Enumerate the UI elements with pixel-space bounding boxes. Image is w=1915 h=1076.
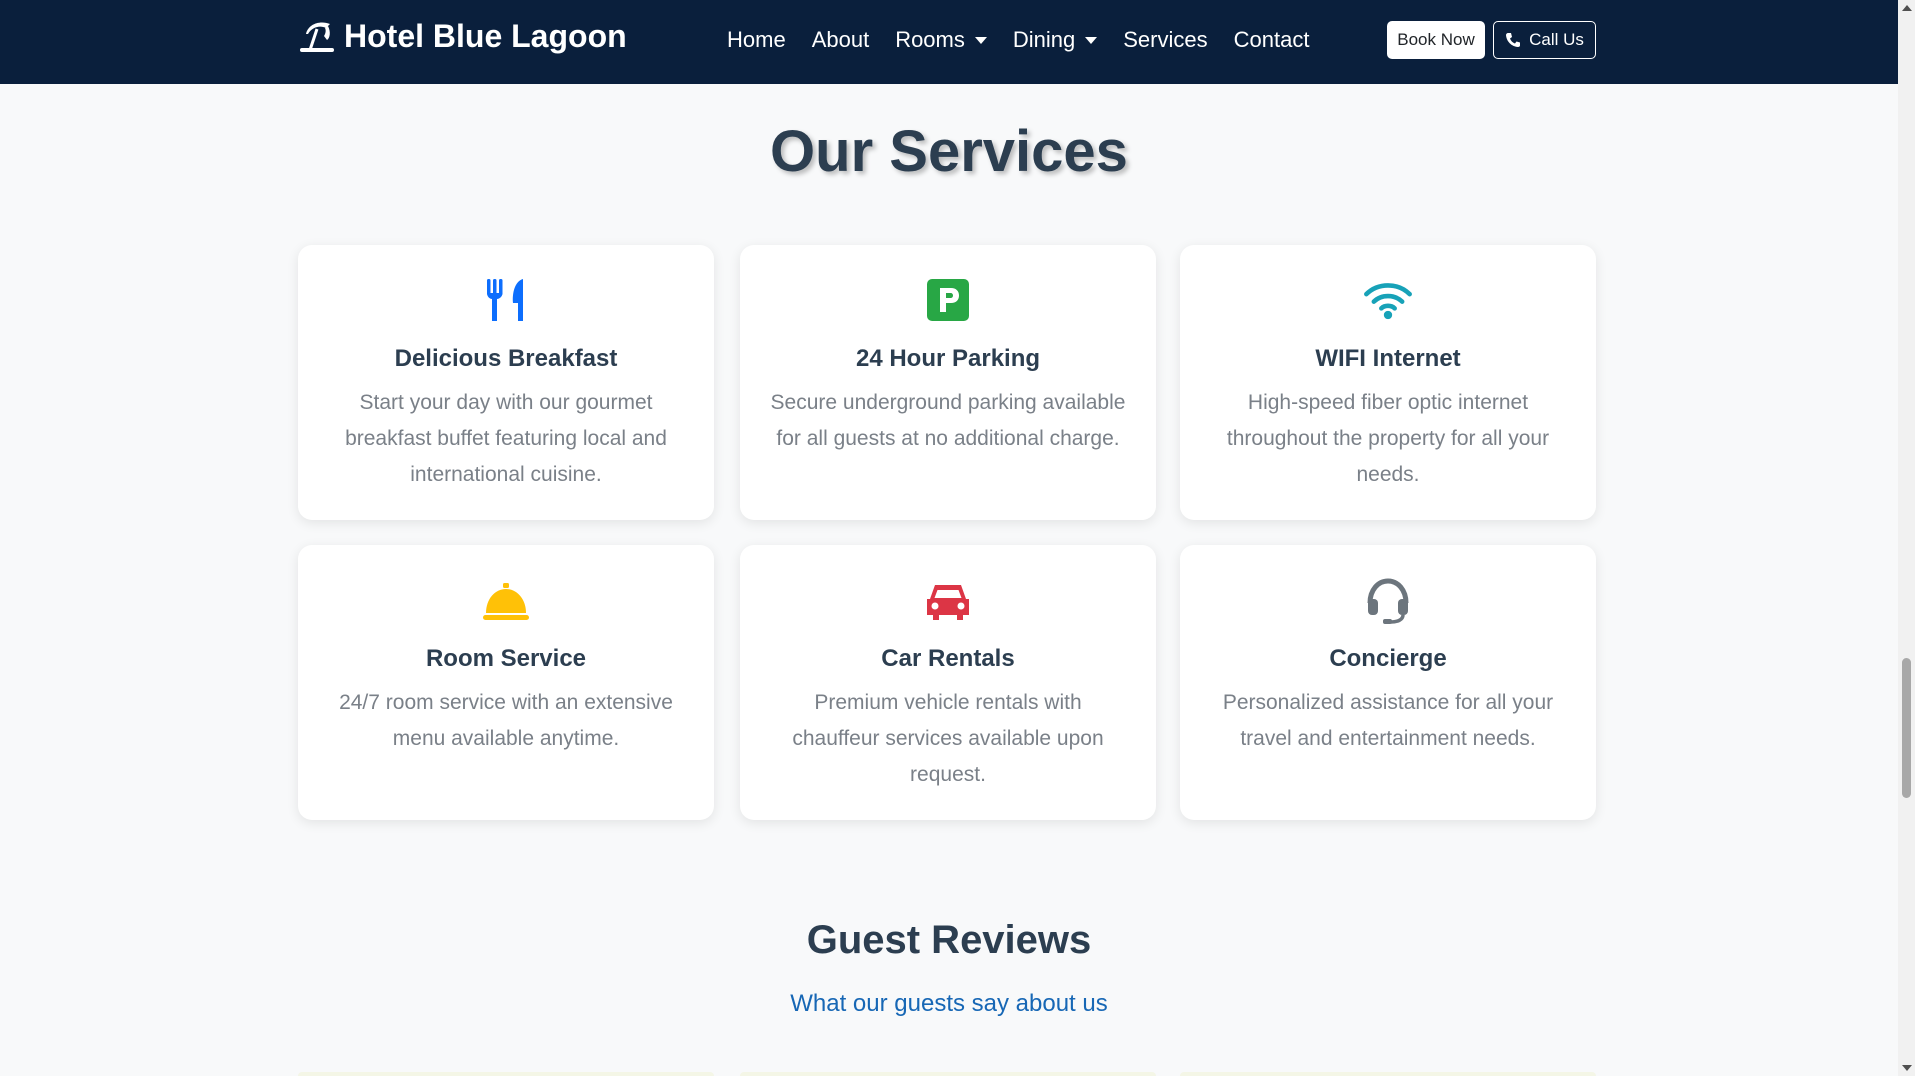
service-icon-wrap bbox=[1180, 275, 1596, 325]
book-now-button[interactable]: Book Now bbox=[1387, 21, 1485, 59]
nav-about[interactable]: About bbox=[799, 24, 883, 56]
service-icon-wrap bbox=[1180, 575, 1596, 625]
nav-rooms-dropdown[interactable]: Rooms bbox=[882, 24, 1000, 56]
nav-dining-label: Dining bbox=[1012, 27, 1076, 52]
service-title: 24 Hour Parking bbox=[855, 345, 1041, 372]
umbrella-beach-icon bbox=[300, 21, 334, 52]
call-us-label: Call Us bbox=[1529, 30, 1584, 49]
brand-link[interactable]: Hotel Blue Lagoon bbox=[298, 18, 627, 55]
navbar: Hotel Blue Lagoon Home About Rooms Dinin… bbox=[0, 0, 1898, 84]
car-icon bbox=[927, 585, 969, 620]
service-title: Room Service bbox=[425, 645, 587, 672]
service-description: Start your day with our gourmet breakfas… bbox=[345, 391, 667, 486]
service-card-breakfast: Delicious Breakfast Start your day with … bbox=[298, 245, 714, 520]
wifi-icon bbox=[1364, 283, 1412, 320]
review-card bbox=[298, 1072, 714, 1076]
nav-contact-label: Contact bbox=[1233, 27, 1310, 52]
service-description: Personalized assistance for all your tra… bbox=[1222, 691, 1554, 750]
nav-dining-dropdown[interactable]: Dining bbox=[1000, 24, 1110, 56]
caret-down-icon bbox=[1085, 36, 1098, 44]
nav-contact[interactable]: Contact bbox=[1221, 24, 1323, 56]
service-title: Concierge bbox=[1329, 645, 1447, 672]
service-card-parking: 24 Hour Parking Secure underground parki… bbox=[740, 245, 1156, 520]
scroll-up-arrow-icon[interactable] bbox=[1902, 5, 1912, 11]
nav-rooms-label: Rooms bbox=[895, 27, 965, 52]
nav-services[interactable]: Services bbox=[1110, 24, 1220, 56]
caret-down-icon bbox=[974, 36, 987, 44]
service-title: WIFI Internet bbox=[1315, 345, 1461, 372]
service-icon-wrap bbox=[298, 275, 714, 325]
reviews-title: Guest Reviews bbox=[806, 918, 1092, 962]
service-title: Delicious Breakfast bbox=[394, 345, 618, 372]
service-card-wifi: WIFI Internet High-speed fiber optic int… bbox=[1180, 245, 1596, 520]
service-description: High-speed fiber optic internet througho… bbox=[1226, 391, 1550, 486]
nav-about-label: About bbox=[811, 27, 870, 52]
utensils-icon bbox=[487, 279, 523, 321]
service-title: Car Rentals bbox=[881, 645, 1015, 672]
services-title: Our Services bbox=[770, 119, 1128, 184]
nav-links: Home About Rooms Dining Services Contact bbox=[714, 24, 1322, 56]
bell-icon bbox=[483, 583, 529, 620]
service-icon-wrap bbox=[298, 575, 714, 625]
page-scrollbar[interactable] bbox=[1898, 0, 1915, 1076]
review-card bbox=[1180, 1072, 1596, 1076]
scrollbar-thumb[interactable] bbox=[1902, 658, 1911, 798]
scroll-down-arrow-icon[interactable] bbox=[1902, 1065, 1912, 1071]
service-card-room-service: Room Service 24/7 room service with an e… bbox=[298, 545, 714, 820]
reviews-subtitle: What our guests say about us bbox=[790, 990, 1108, 1017]
review-card bbox=[740, 1072, 1156, 1076]
headset-icon bbox=[1367, 578, 1409, 624]
service-description: Secure underground parking available for… bbox=[770, 391, 1126, 450]
call-us-button[interactable]: Call Us bbox=[1493, 21, 1596, 59]
nav-home-label: Home bbox=[727, 27, 786, 52]
brand-name: Hotel Blue Lagoon bbox=[344, 18, 627, 54]
service-icon-wrap bbox=[740, 275, 1156, 325]
service-description: Premium vehicle rentals with chauffeur s… bbox=[792, 691, 1104, 786]
service-card-car-rentals: Car Rentals Premium vehicle rentals with… bbox=[740, 545, 1156, 820]
parking-icon bbox=[927, 279, 969, 321]
phone-icon bbox=[1506, 33, 1521, 47]
service-card-concierge: Concierge Personalized assistance for al… bbox=[1180, 545, 1596, 820]
service-icon-wrap bbox=[740, 575, 1156, 625]
nav-home[interactable]: Home bbox=[714, 24, 799, 56]
service-description: 24/7 room service with an extensive menu… bbox=[339, 691, 673, 750]
nav-services-label: Services bbox=[1123, 27, 1208, 52]
